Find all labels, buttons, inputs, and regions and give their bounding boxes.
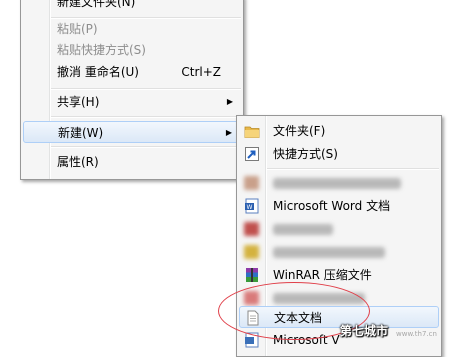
menu-item-share[interactable]: 共享(H) ▶ <box>23 91 241 113</box>
submenu-item-folder[interactable]: 文件夹(F) <box>239 120 439 142</box>
redacted-icon <box>244 222 259 236</box>
watermark-url: www.th7.cn <box>396 330 437 338</box>
menu-item-label: 文件夹(F) <box>273 124 326 138</box>
menu-item-label: 共享(H) <box>57 95 100 109</box>
redacted-icon <box>244 176 259 190</box>
submenu-item-redacted[interactable] <box>239 218 439 240</box>
menu-item-new-folder-partial[interactable]: 新建文件夹(N) <box>23 0 241 13</box>
redacted-icon <box>244 245 259 259</box>
submenu-arrow-icon: ▶ <box>225 128 232 137</box>
menu-item-label: 粘贴快捷方式(S) <box>57 43 146 57</box>
menu-item-properties[interactable]: 属性(R) <box>23 151 241 173</box>
menu-item-label: 新建(W) <box>58 126 104 140</box>
menu-item-label: 属性(R) <box>57 155 99 169</box>
desktop-context-menu: 新建文件夹(N) 粘贴(P) 粘贴快捷方式(S) 撤消 重命名(U) Ctrl+… <box>20 0 244 180</box>
winrar-archive-icon <box>246 268 258 282</box>
submenu-item-redacted[interactable] <box>239 241 439 263</box>
submenu-item-redacted[interactable] <box>239 172 439 194</box>
menu-separator <box>51 146 241 148</box>
redacted-label <box>273 178 401 189</box>
svg-text:W: W <box>247 204 253 211</box>
redacted-label <box>273 247 385 258</box>
menu-item-label: 快捷方式(S) <box>273 147 338 161</box>
menu-item-label: 粘贴(P) <box>57 22 98 36</box>
watermark-text: 第七城市 <box>340 324 389 338</box>
menu-item-undo-rename[interactable]: 撤消 重命名(U) Ctrl+Z <box>23 61 241 83</box>
menu-item-label: 新建文件夹(N) <box>57 0 136 9</box>
menu-item-label: Microsoft Word 文档 <box>273 199 391 213</box>
menu-item-shortcut: Ctrl+Z <box>181 65 221 79</box>
word-document-icon: W <box>245 198 259 214</box>
menu-item-new[interactable]: 新建(W) ▶ <box>23 121 241 143</box>
redacted-label <box>273 224 333 235</box>
menu-separator <box>51 116 241 118</box>
folder-icon <box>244 126 260 138</box>
shortcut-icon <box>245 147 259 161</box>
submenu-arrow-icon: ▶ <box>226 97 233 106</box>
menu-separator <box>51 88 241 90</box>
menu-item-paste: 粘贴(P) <box>23 18 241 40</box>
menu-item-paste-shortcut: 粘贴快捷方式(S) <box>23 39 241 61</box>
submenu-item-word[interactable]: W Microsoft Word 文档 <box>239 195 439 217</box>
menu-item-label: 撤消 重命名(U) <box>57 65 139 79</box>
submenu-item-shortcut[interactable]: 快捷方式(S) <box>239 143 439 165</box>
menu-separator <box>267 168 439 170</box>
